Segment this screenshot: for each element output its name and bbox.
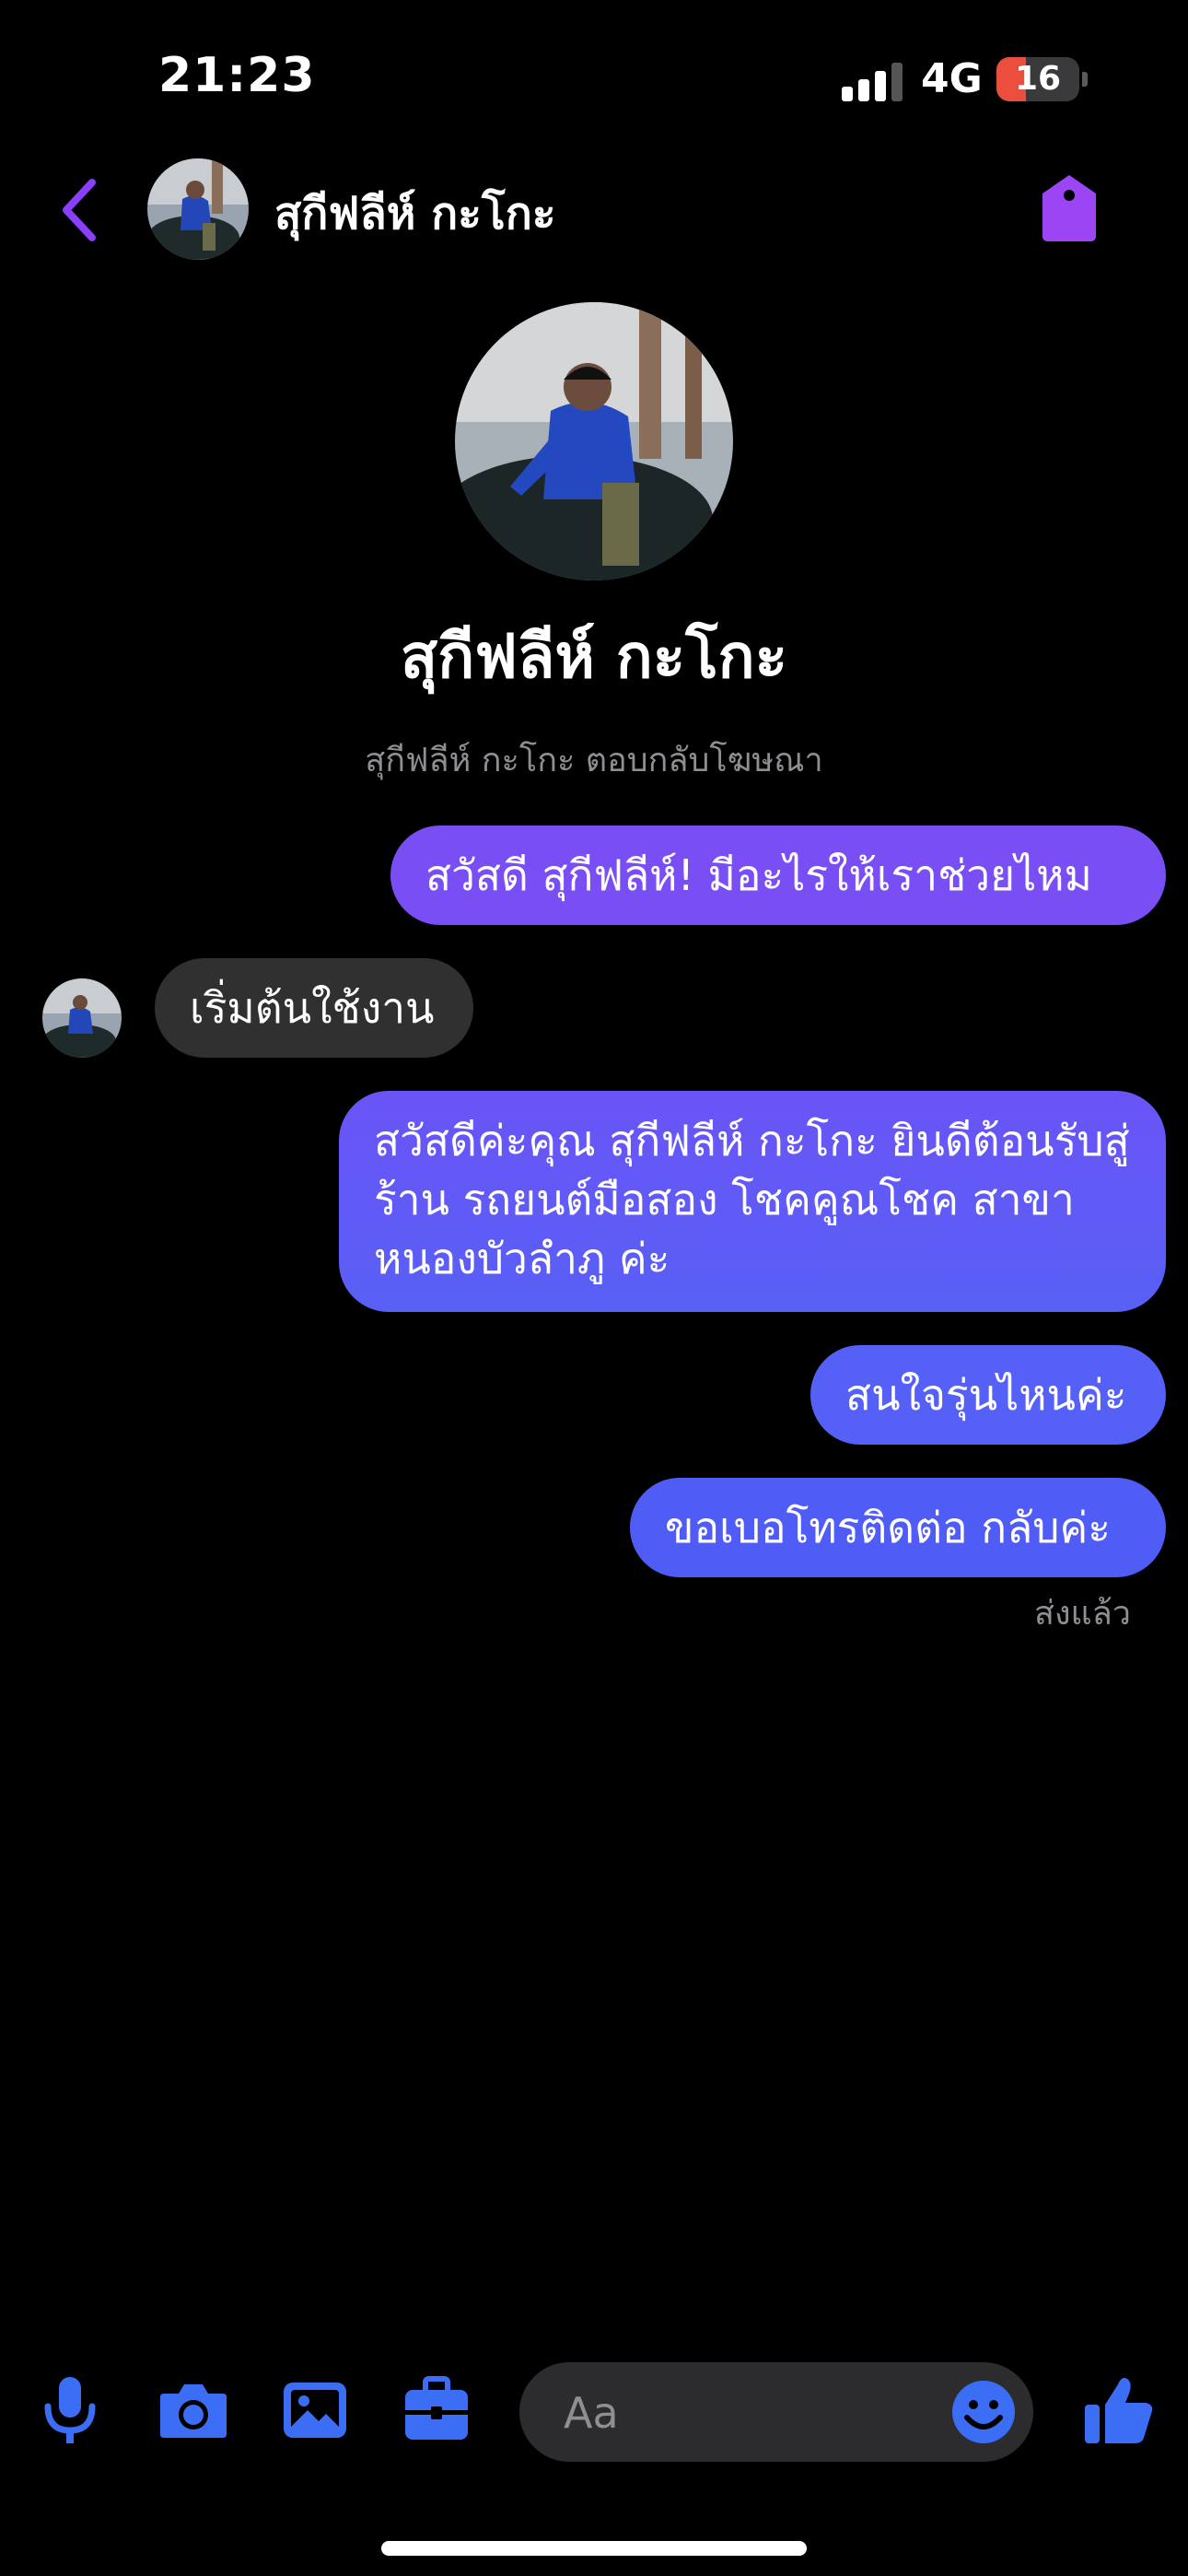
- contact-photo: [42, 978, 122, 1058]
- sent-status: ส่งแล้ว: [1033, 1595, 1131, 1633]
- battery-icon: 16: [996, 57, 1079, 101]
- emoji-icon: [952, 2381, 1015, 2443]
- camera-icon: [160, 2384, 227, 2438]
- photo-icon: [284, 2383, 346, 2438]
- home-indicator[interactable]: [381, 2541, 807, 2556]
- sender-avatar[interactable]: [42, 978, 122, 1058]
- microphone-button[interactable]: [41, 2373, 99, 2447]
- network-type: 4G: [921, 55, 983, 102]
- tag-icon: [1042, 175, 1096, 241]
- battery-cap: [1082, 72, 1088, 87]
- profile-photo: [455, 302, 733, 580]
- contact-photo: [147, 158, 249, 260]
- profile-subtitle: สุกีฟลีห์ กะโกะ ตอบกลับโฆษณา: [365, 742, 823, 779]
- label-tag-button[interactable]: [1037, 171, 1101, 245]
- briefcase-button[interactable]: [402, 2373, 472, 2447]
- status-bar: 21:23 4G 16: [0, 0, 1188, 147]
- status-time: 21:23: [158, 48, 316, 103]
- profile-name: สุกีฟลีห์ กะโกะ: [400, 621, 788, 692]
- like-button[interactable]: [1081, 2371, 1157, 2447]
- thumbs-up-icon: [1085, 2377, 1153, 2443]
- message-input[interactable]: [562, 2362, 952, 2464]
- back-button[interactable]: [52, 173, 107, 247]
- emoji-button[interactable]: [950, 2379, 1017, 2445]
- contact-name[interactable]: สุกีฟลีห์ กะโกะ: [274, 179, 556, 249]
- cellular-signal-icon: [842, 63, 906, 101]
- briefcase-icon: [405, 2376, 468, 2440]
- chevron-left-icon: [63, 179, 96, 241]
- battery-level-text: 16: [1014, 60, 1062, 98]
- microphone-icon: [44, 2377, 96, 2443]
- message-bubble-outgoing[interactable]: สวัสดี สุกีฟลีห์! มีอะไรให้เราช่วยไหม: [390, 825, 1166, 925]
- header-avatar[interactable]: [147, 158, 249, 260]
- message-bubble-incoming[interactable]: เริ่มต้นใช้งาน: [155, 958, 473, 1058]
- photo-button[interactable]: [280, 2373, 350, 2447]
- camera-button[interactable]: [157, 2373, 230, 2447]
- profile-avatar[interactable]: [455, 302, 733, 580]
- message-bubble-outgoing[interactable]: สวัสดีค่ะคุณ สุกีฟลีห์ กะโกะ ยินดีต้อนรั…: [339, 1091, 1166, 1312]
- message-bubble-outgoing[interactable]: ขอเบอโทรติดต่อ กลับค่ะ: [630, 1478, 1166, 1577]
- message-bubble-outgoing[interactable]: สนใจรุ่นไหนค่ะ: [810, 1345, 1166, 1445]
